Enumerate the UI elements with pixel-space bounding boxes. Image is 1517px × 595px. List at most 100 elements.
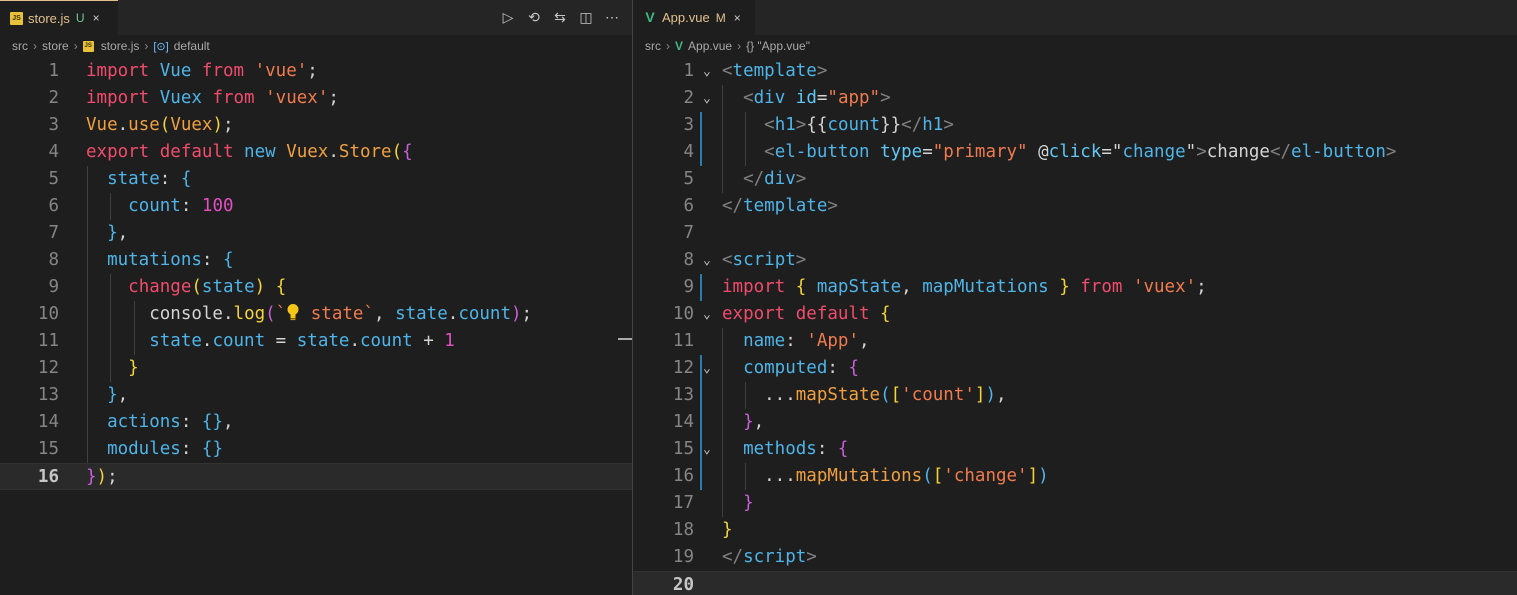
chevron-down-icon[interactable]: ⌄ bbox=[703, 436, 711, 463]
code-line[interactable]: 9 import { mapState, mapMutations } from … bbox=[633, 274, 1517, 301]
code-token: ; bbox=[1196, 277, 1207, 297]
breadcrumb-item[interactable]: src bbox=[12, 39, 28, 53]
code-token: } bbox=[107, 385, 118, 405]
code-line[interactable]: 20 bbox=[633, 571, 1517, 595]
code-line[interactable]: 13 }, bbox=[0, 382, 632, 409]
lightbulb-icon[interactable] bbox=[286, 303, 300, 321]
code-token: Vue bbox=[86, 115, 118, 135]
code-line[interactable]: 10 ⌄ export default { bbox=[633, 301, 1517, 328]
code-line[interactable]: 9 change(state) { bbox=[0, 274, 632, 301]
code-line[interactable]: 12 } bbox=[0, 355, 632, 382]
code-text: methods: { bbox=[722, 436, 848, 463]
code-line[interactable]: 1 import Vue from 'vue'; bbox=[0, 58, 632, 85]
code-line[interactable]: 16 ...mapMutations(['change']) bbox=[633, 463, 1517, 490]
code-line[interactable]: 2 import Vuex from 'vuex'; bbox=[0, 85, 632, 112]
tab-app-vue[interactable]: V App.vue M × bbox=[633, 0, 755, 35]
code-line[interactable]: 3 Vue.use(Vuex); bbox=[0, 112, 632, 139]
code-token: ) bbox=[1038, 466, 1049, 486]
code-line[interactable]: 11 name: 'App', bbox=[633, 328, 1517, 355]
line-number: 3 bbox=[683, 115, 694, 135]
code-line[interactable]: 3 <h1>{{count}}</h1> bbox=[633, 112, 1517, 139]
chevron-down-icon[interactable]: ⌄ bbox=[703, 247, 711, 274]
code-line[interactable]: 6 count: 100 bbox=[0, 193, 632, 220]
history-icon[interactable]: ⟲ bbox=[526, 9, 542, 26]
code-token: } bbox=[1048, 277, 1081, 297]
code-line[interactable]: 15 ⌄ methods: { bbox=[633, 436, 1517, 463]
code-token: ( bbox=[922, 466, 933, 486]
code-line[interactable]: 11 state.count = state.count + 1 bbox=[0, 328, 632, 355]
code-token: ... bbox=[722, 385, 796, 405]
chevron-down-icon[interactable]: ⌄ bbox=[703, 355, 711, 382]
code-token: { bbox=[848, 358, 859, 378]
code-editor[interactable]: 1 import Vue from 'vue'; 2 import Vuex from… bbox=[0, 56, 632, 595]
code-token: } bbox=[722, 520, 733, 540]
code-line[interactable]: 7 }, bbox=[0, 220, 632, 247]
code-token: Vuex bbox=[159, 88, 213, 108]
compare-icon[interactable]: ⇆ bbox=[552, 9, 568, 26]
indent-guide bbox=[722, 328, 723, 517]
code-line[interactable]: 1 ⌄ <template> bbox=[633, 58, 1517, 85]
breadcrumb-item[interactable]: App.vue bbox=[688, 39, 732, 53]
line-number: 7 bbox=[683, 223, 694, 243]
code-line[interactable]: 4 <el-button type="primary" @click="chan… bbox=[633, 139, 1517, 166]
code-line[interactable]: 5 state: { bbox=[0, 166, 632, 193]
code-line[interactable]: 5 </div> bbox=[633, 166, 1517, 193]
code-token: el-button bbox=[1291, 142, 1386, 162]
tab-store-js[interactable]: JS store.js U × bbox=[0, 0, 118, 35]
code-line[interactable]: 6 </template> bbox=[633, 193, 1517, 220]
code-token: [ bbox=[932, 466, 944, 486]
code-line[interactable]: 7 bbox=[633, 220, 1517, 247]
code-token: 'App' bbox=[806, 331, 859, 351]
code-line[interactable]: 16}); bbox=[0, 463, 632, 490]
code-token: from bbox=[1080, 277, 1133, 297]
split-editor-icon[interactable]: ◫ bbox=[578, 9, 594, 26]
code-token: : bbox=[785, 331, 807, 351]
code-token: > bbox=[827, 196, 838, 216]
code-line[interactable]: 17 } bbox=[633, 490, 1517, 517]
code-line[interactable]: 12 ⌄ computed: { bbox=[633, 355, 1517, 382]
code-line[interactable]: 4 export default new Vuex.Store({ bbox=[0, 139, 632, 166]
code-line[interactable]: 14 }, bbox=[633, 409, 1517, 436]
code-line[interactable]: 10 console.log(` state`, state.count); bbox=[0, 301, 632, 328]
code-token: change bbox=[1206, 142, 1270, 162]
code-line[interactable]: 8 mutations: { bbox=[0, 247, 632, 274]
close-icon[interactable]: × bbox=[93, 11, 100, 25]
chevron-right-icon: › bbox=[666, 39, 670, 53]
code-line[interactable]: 18} bbox=[633, 517, 1517, 544]
code-line[interactable]: 19 </script> bbox=[633, 544, 1517, 571]
chevron-down-icon[interactable]: ⌄ bbox=[703, 301, 711, 328]
code-token: "primary" bbox=[932, 142, 1028, 162]
code-token: from bbox=[212, 88, 266, 108]
line-number: 2 bbox=[683, 88, 694, 108]
close-icon[interactable]: × bbox=[734, 11, 741, 25]
code-text: export default { bbox=[722, 301, 891, 328]
code-line[interactable]: 15 modules: {} bbox=[0, 436, 632, 463]
run-icon[interactable]: ▷ bbox=[500, 9, 516, 26]
code-token: , bbox=[901, 277, 923, 297]
chevron-down-icon[interactable]: ⌄ bbox=[703, 58, 711, 85]
code-line[interactable]: 14 actions: {}, bbox=[0, 409, 632, 436]
breadcrumb-item[interactable]: {} "App.vue" bbox=[746, 39, 810, 53]
code-token: > bbox=[795, 169, 807, 189]
editor-pane-store-js: JS store.js U × ▷ ⟲ ⇆ ◫ ⋯ src › store › … bbox=[0, 0, 632, 595]
vue-file-icon: V bbox=[645, 9, 655, 25]
breadcrumb-item[interactable]: src bbox=[645, 39, 661, 53]
line-number: 16 bbox=[672, 466, 694, 486]
symbol-variable-icon: [⊙] bbox=[153, 40, 169, 53]
code-editor[interactable]: 1 ⌄ <template> 2 ⌄ <div id="app"> 3 <h1>{{cou… bbox=[633, 56, 1517, 595]
modified-badge: M bbox=[715, 10, 726, 25]
code-token: > bbox=[943, 115, 954, 135]
code-line[interactable]: 2 ⌄ <div id="app"> bbox=[633, 85, 1517, 112]
code-text: <script> bbox=[722, 247, 806, 274]
breadcrumb-item[interactable]: store bbox=[42, 39, 69, 53]
more-icon[interactable]: ⋯ bbox=[604, 9, 620, 26]
chevron-down-icon[interactable]: ⌄ bbox=[703, 85, 711, 112]
code-token: < bbox=[722, 250, 733, 270]
code-line[interactable]: 8 ⌄ <script> bbox=[633, 247, 1517, 274]
line-number: 17 bbox=[672, 493, 694, 513]
code-line[interactable]: 13 ...mapState(['count']), bbox=[633, 382, 1517, 409]
breadcrumb-item[interactable]: store.js bbox=[101, 39, 140, 53]
code-token: h1 bbox=[774, 115, 796, 135]
breadcrumb-item[interactable]: default bbox=[174, 39, 210, 53]
